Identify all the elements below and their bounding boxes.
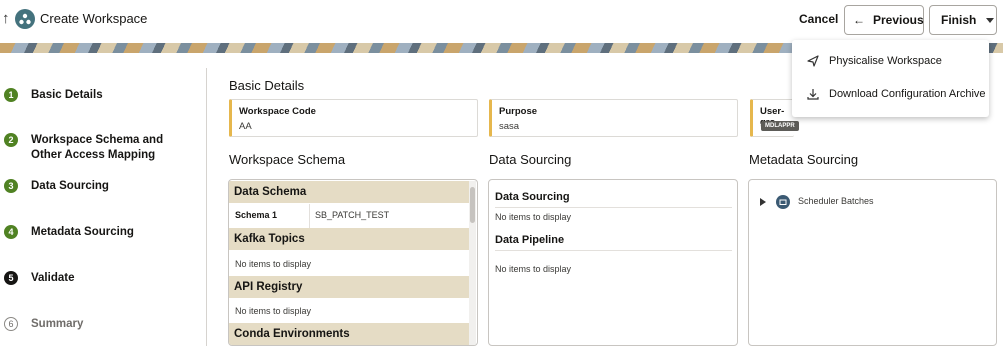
step-number: 4: [4, 225, 18, 239]
step-metadata-sourcing[interactable]: 4 Metadata Sourcing: [4, 225, 134, 240]
step-label: Validate: [31, 272, 75, 284]
step-label: Data Sourcing: [31, 180, 109, 192]
user-group-field: User-gro MDLAPPR: [750, 99, 799, 137]
step-number: 5: [4, 271, 18, 285]
step-label: Summary: [31, 318, 84, 330]
data-pipeline-subheader: Data Pipeline: [495, 234, 565, 246]
field-value: AA: [239, 121, 252, 132]
panel-scrollbar[interactable]: [469, 181, 476, 345]
api-empty-text: No items to display: [235, 306, 312, 316]
step-basic-details[interactable]: 1 Basic Details: [4, 88, 103, 103]
basic-details-title: Basic Details: [229, 78, 305, 93]
purpose-field: Purpose sasa: [489, 99, 738, 137]
schema-value: SB_PATCH_TEST: [315, 210, 390, 220]
tree-item-scheduler-batches[interactable]: Scheduler Batches: [759, 195, 959, 211]
previous-button-label: Previous: [873, 13, 924, 27]
step-label: Metadata Sourcing: [31, 226, 134, 238]
expand-triangle-icon[interactable]: [760, 198, 766, 206]
workspace-schema-panel: Data Schema Schema 1 SB_PATCH_TEST Kafka…: [228, 179, 478, 346]
sidebar-divider: [206, 68, 207, 346]
conda-environments-header: Conda Environments: [229, 323, 469, 345]
step-number: 6: [4, 317, 18, 331]
step-number: 1: [4, 88, 18, 102]
data-sourcing-panel: Data Sourcing No items to display Data P…: [488, 179, 738, 346]
workspace-code-field: Workspace Code AA: [229, 99, 478, 137]
header-bar: ↑ Create Workspace Cancel ← Previous Fin…: [0, 0, 1003, 40]
data-schema-header: Data Schema: [229, 181, 469, 203]
data-sourcing-subheader: Data Sourcing: [495, 191, 570, 203]
field-label: Purpose: [499, 106, 538, 117]
finish-button-label: Finish: [941, 13, 977, 27]
menu-item-download-configuration-archive[interactable]: Download Configuration Archive: [792, 78, 989, 110]
step-data-sourcing[interactable]: 3 Data Sourcing: [4, 179, 109, 194]
arrow-left-icon: ←: [853, 13, 865, 27]
user-group-chip: MDLAPPR: [761, 121, 799, 131]
download-icon: [807, 89, 819, 100]
kafka-empty-text: No items to display: [235, 259, 312, 269]
step-label: Basic Details: [31, 89, 103, 101]
schema-cell-divider: [309, 204, 310, 228]
workspace-app-icon: [15, 9, 35, 29]
previous-button[interactable]: ← Previous: [844, 5, 924, 35]
step-number: 3: [4, 179, 18, 193]
page-title: Create Workspace: [40, 11, 148, 26]
cancel-button[interactable]: Cancel: [799, 12, 838, 26]
step-summary[interactable]: 6 Summary: [4, 317, 83, 332]
workspace-schema-title: Workspace Schema: [229, 152, 346, 167]
send-icon: [807, 55, 819, 67]
data-sourcing-empty-text: No items to display: [495, 212, 572, 222]
finish-menu: Physicalise Workspace Download Configura…: [792, 40, 989, 117]
step-label: Workspace Schema and Other Access Mappin…: [31, 134, 164, 161]
tree-item-label: Scheduler Batches: [798, 196, 874, 206]
field-value: sasa: [499, 121, 520, 132]
scrollbar-thumb[interactable]: [470, 187, 475, 223]
row-divider: [495, 250, 732, 251]
step-number: 2: [4, 133, 18, 147]
metadata-sourcing-title: Metadata Sourcing: [749, 152, 859, 167]
kafka-topics-header: Kafka Topics: [229, 228, 469, 250]
menu-item-label: Physicalise Workspace: [829, 55, 942, 67]
menu-item-label: Download Configuration Archive: [829, 88, 986, 100]
schema-name: Schema 1: [235, 210, 278, 220]
finish-button[interactable]: Finish: [929, 5, 997, 35]
data-sourcing-title: Data Sourcing: [489, 152, 572, 167]
back-arrow-icon[interactable]: ↑: [2, 10, 10, 27]
field-label: Workspace Code: [239, 106, 316, 117]
row-divider: [495, 207, 732, 208]
step-validate[interactable]: 5 Validate: [4, 271, 74, 286]
step-workspace-schema[interactable]: 2 Workspace Schema and Other Access Mapp…: [4, 133, 204, 163]
data-pipeline-empty-text: No items to display: [495, 264, 572, 274]
chevron-down-icon: [986, 17, 995, 23]
metadata-sourcing-panel: Scheduler Batches: [748, 179, 997, 346]
api-registry-header: API Registry: [229, 276, 469, 298]
folder-icon: [776, 195, 790, 209]
menu-item-physicalise-workspace[interactable]: Physicalise Workspace: [792, 45, 989, 77]
